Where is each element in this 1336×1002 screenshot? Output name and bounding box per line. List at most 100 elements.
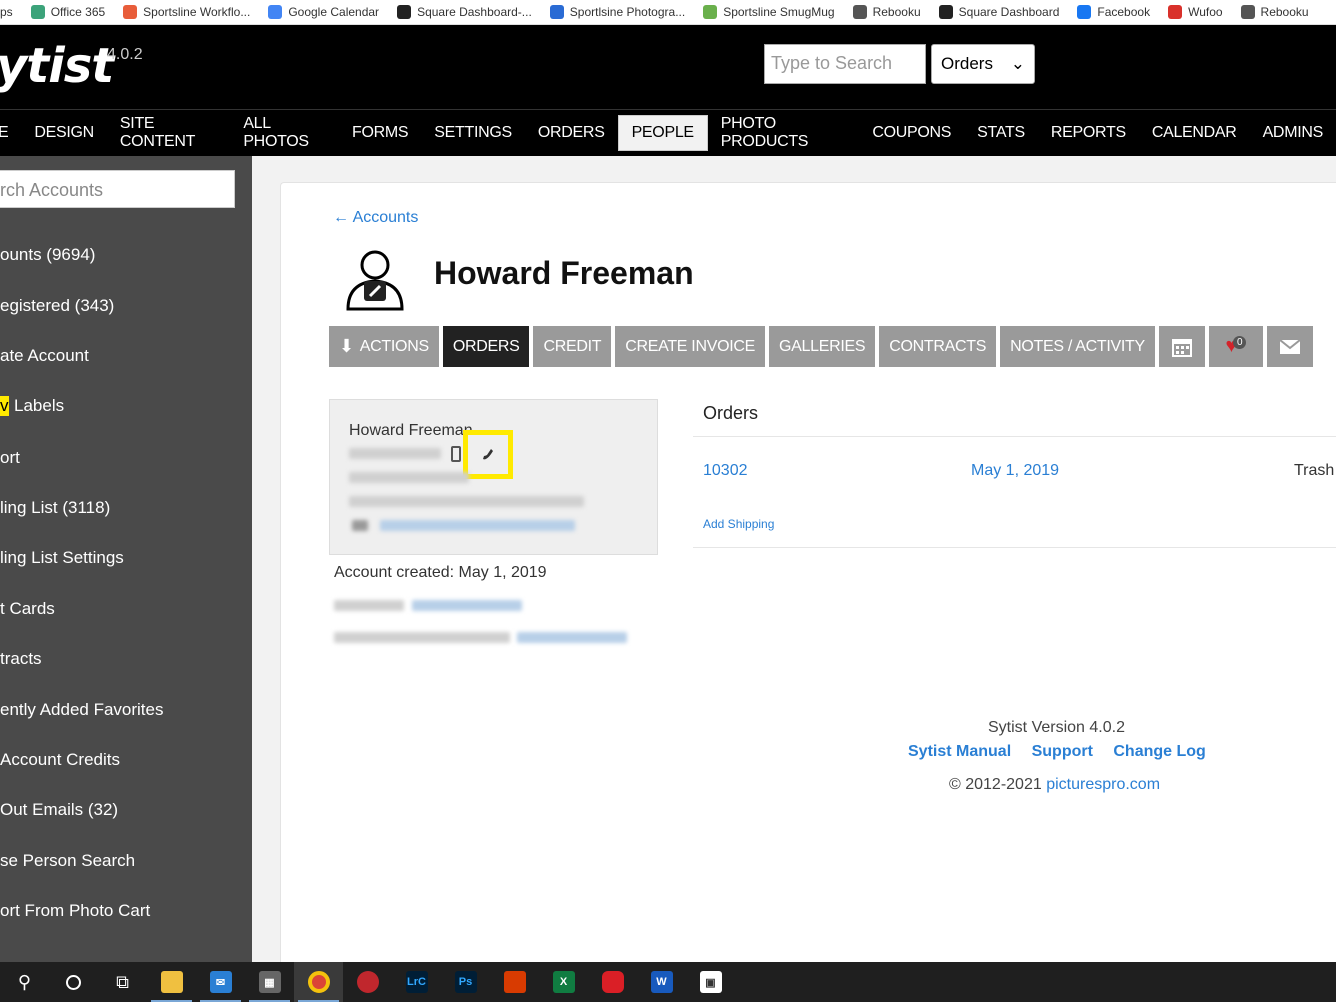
word-icon[interactable]: W (637, 962, 686, 1002)
nav-item-people[interactable]: PEOPLE (617, 115, 708, 151)
redacted-city (349, 496, 584, 507)
tab-actions[interactable]: ⬇ ACTIONS (329, 326, 439, 367)
sidebar-item[interactable]: ling List Settings (0, 548, 124, 568)
main-nav: E DESIGN SITE CONTENT ALL PHOTOS FORMS SETTIN… (0, 109, 1336, 156)
account-name: Howard Freeman (434, 255, 694, 291)
bookmark-item[interactable]: Wufoo (1168, 5, 1223, 19)
nav-item-site-content[interactable]: SITE CONTENT (107, 115, 230, 151)
order-number-link[interactable]: 10302 (703, 462, 748, 480)
bookmark-icon (1240, 5, 1255, 19)
bookmark-item[interactable]: Office 365 (30, 5, 105, 19)
nav-item-coupons[interactable]: COUPONS (859, 115, 964, 151)
support-link[interactable]: Support (1032, 743, 1093, 760)
search-scope-value: Orders (941, 54, 993, 73)
sidebar-item[interactable]: ort (0, 448, 20, 468)
user-avatar-icon[interactable] (345, 249, 405, 313)
redacted-signup-ip[interactable] (412, 600, 522, 611)
nav-item-photo-products[interactable]: PHOTO PRODUCTS (708, 115, 860, 151)
add-shipping-link[interactable]: Add Shipping (703, 517, 774, 531)
search-icon[interactable]: ⚲ (0, 962, 49, 1002)
excel-icon[interactable]: X (539, 962, 588, 1002)
calculator-icon[interactable]: ▦ (245, 962, 294, 1002)
tab-galleries[interactable]: GALLERIES (769, 326, 876, 367)
bookmark-item[interactable]: Square Dashboard (938, 5, 1059, 19)
sidebar-item[interactable]: v Labels (0, 396, 64, 416)
nav-item-reports[interactable]: REPORTS (1038, 115, 1139, 151)
calendar-icon (1171, 338, 1192, 357)
bookmark-icon (938, 5, 953, 19)
sytist-manual-link[interactable]: Sytist Manual (908, 743, 1011, 760)
nav-item-all-photos[interactable]: ALL PHOTOS (230, 115, 339, 151)
bookmarks-bar: ps Office 365 Sportsline Workflo... Google … (0, 0, 1336, 25)
sidebar-item[interactable]: ently Added Favorites (0, 700, 163, 720)
sidebar-item[interactable]: tracts (0, 649, 42, 669)
sidebar-item[interactable]: ounts (9694) (0, 245, 95, 265)
nav-item-settings[interactable]: SETTINGS (421, 115, 525, 151)
sidebar-item[interactable]: ling List (3118) (0, 498, 110, 518)
order-trash-button[interactable]: Trash (1294, 462, 1334, 480)
order-date-link[interactable]: May 1, 2019 (971, 462, 1059, 480)
tab-calendar[interactable] (1158, 326, 1205, 367)
global-search-input[interactable]: Type to Search (764, 44, 926, 84)
app-logo[interactable]: ytist (0, 38, 114, 94)
store-icon[interactable]: ▣ (686, 962, 735, 1002)
office-icon[interactable] (490, 962, 539, 1002)
sidebar-item[interactable]: Account Credits (0, 750, 120, 770)
tab-notes-activity[interactable]: NOTES / ACTIVITY (1000, 326, 1155, 367)
cortana-icon[interactable] (49, 962, 98, 1002)
sidebar-search-input[interactable]: rch Accounts (0, 170, 235, 208)
bookmark-item[interactable]: Sportsline SmugMug (703, 5, 835, 19)
nav-item-orders[interactable]: ORDERS (525, 115, 618, 151)
tab-credit[interactable]: CREDIT (533, 326, 612, 367)
nav-item-admins[interactable]: ADMINS (1250, 115, 1336, 151)
redacted-email[interactable] (380, 520, 575, 531)
sidebar-item[interactable]: ort From Photo Cart (0, 901, 150, 921)
bookmark-item[interactable]: Facebook (1077, 5, 1150, 19)
footer-links: Sytist Manual Support Change Log (908, 743, 1222, 761)
bookmark-item[interactable]: Rebooku (852, 5, 921, 19)
sidebar-item[interactable]: t Cards (0, 599, 55, 619)
redacted-address (349, 472, 469, 483)
bookmark-item[interactable]: Sportsline Workflo... (123, 5, 250, 19)
redacted-last-active-ip[interactable] (517, 632, 627, 643)
back-to-accounts-link[interactable]: ← Accounts (333, 209, 418, 227)
phone-icon (483, 448, 493, 459)
mail-icon[interactable]: ✉ (196, 962, 245, 1002)
nav-item-stats[interactable]: STATS (964, 115, 1038, 151)
bookmark-item[interactable]: Sportlsine Photogra... (549, 5, 685, 19)
task-view-icon[interactable]: ⧉ (98, 962, 147, 1002)
arrow-down-icon: ⬇ (339, 336, 354, 356)
nav-item-e[interactable]: E (0, 115, 21, 151)
bookmark-icon (30, 5, 45, 19)
chrome-icon[interactable] (294, 962, 343, 1002)
bookmark-item[interactable]: Rebooku (1240, 5, 1309, 19)
change-log-link[interactable]: Change Log (1113, 743, 1205, 760)
search-scope-select[interactable]: Orders ⌄ (931, 44, 1035, 84)
redacted-last-active-label (334, 632, 510, 643)
tab-orders[interactable]: ORDERS (442, 326, 530, 367)
tab-favorites[interactable]: ♥ 0 (1208, 326, 1263, 367)
sidebar-item[interactable]: ate Account (0, 346, 89, 366)
tab-contracts[interactable]: CONTRACTS (879, 326, 997, 367)
tab-email[interactable] (1266, 326, 1313, 367)
lightroom-icon[interactable]: LrC (392, 962, 441, 1002)
tab-create-invoice[interactable]: CREATE INVOICE (615, 326, 765, 367)
creative-cloud-icon[interactable] (588, 962, 637, 1002)
bookmark-item[interactable]: ps (0, 5, 13, 19)
sidebar-item[interactable]: Out Emails (32) (0, 800, 118, 820)
nav-item-design[interactable]: DESIGN (21, 115, 107, 151)
sidebar-item[interactable]: egistered (343) (0, 296, 114, 316)
orders-divider (693, 436, 1336, 437)
chevron-down-icon: ⌄ (1010, 54, 1025, 73)
photoshop-icon[interactable]: Ps (441, 962, 490, 1002)
nav-item-calendar[interactable]: CALENDAR (1139, 115, 1250, 151)
file-explorer-icon[interactable] (147, 962, 196, 1002)
bookmark-item[interactable]: Google Calendar (268, 5, 379, 19)
bookmark-item[interactable]: Square Dashboard-... (397, 5, 532, 19)
sidebar-item[interactable]: se Person Search (0, 851, 135, 871)
picturespro-link[interactable]: picturespro.com (1046, 776, 1160, 793)
orders-title: Orders (703, 403, 759, 423)
nav-item-forms[interactable]: FORMS (339, 115, 421, 151)
apple-app-icon[interactable] (343, 962, 392, 1002)
call-phone-button[interactable] (463, 430, 513, 479)
